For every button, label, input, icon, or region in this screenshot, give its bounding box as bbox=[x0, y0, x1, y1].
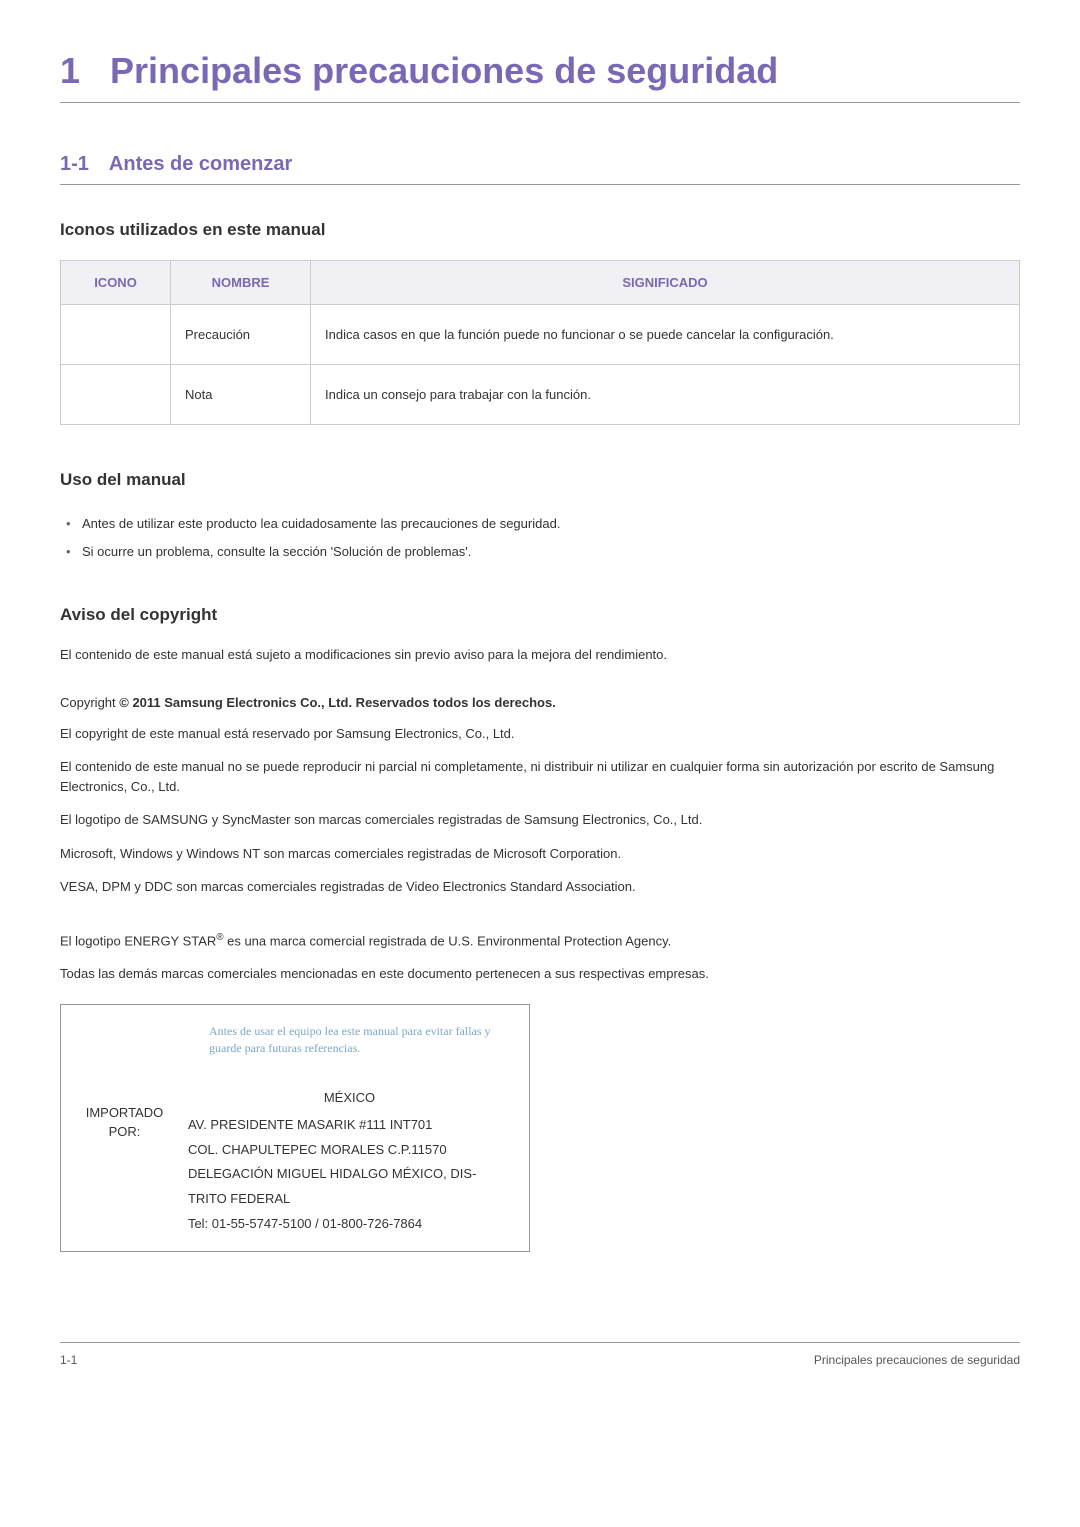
copyright-prefix: Copyright bbox=[60, 695, 119, 710]
chapter-title: 1 Principales precauciones de seguridad bbox=[60, 50, 1020, 103]
list-item: Si ocurre un problema, consulte la secci… bbox=[60, 538, 1020, 566]
footer-right: Principales precauciones de seguridad bbox=[814, 1353, 1020, 1367]
handwriting-note: Antes de usar el equipo lea este manual … bbox=[209, 1023, 511, 1057]
uso-heading: Uso del manual bbox=[60, 470, 1020, 490]
icons-heading: Iconos utilizados en este manual bbox=[60, 220, 1020, 240]
th-meaning: SIGNIFICADO bbox=[311, 261, 1020, 305]
uso-list: Antes de utilizar este producto lea cuid… bbox=[60, 510, 1020, 565]
th-name: NOMBRE bbox=[171, 261, 311, 305]
import-label: IMPORTADO POR: bbox=[79, 1086, 170, 1140]
import-country: MÉXICO bbox=[188, 1086, 511, 1111]
cell-icon bbox=[61, 365, 171, 425]
copyright-para: El logotipo de SAMSUNG y SyncMaster son … bbox=[60, 810, 1020, 830]
page-footer: 1-1 Principales precauciones de segurida… bbox=[60, 1342, 1020, 1367]
table-row: Nota Indica un consejo para trabajar con… bbox=[61, 365, 1020, 425]
copyright-para: El contenido de este manual no se puede … bbox=[60, 757, 1020, 796]
cell-name: Nota bbox=[171, 365, 311, 425]
section-title: 1-1 Antes de comenzar bbox=[60, 153, 1020, 185]
copyright-para: El copyright de este manual está reserva… bbox=[60, 724, 1020, 744]
import-line: DELEGACIÓN MIGUEL HIDALGO MÉXICO, DIS-TR… bbox=[188, 1162, 511, 1211]
import-address: MÉXICO AV. PRESIDENTE MASARIK #111 INT70… bbox=[188, 1086, 511, 1236]
chapter-number: 1 bbox=[60, 50, 80, 91]
icons-table: ICONO NOMBRE SIGNIFICADO Precaución Indi… bbox=[60, 260, 1020, 425]
footer-left: 1-1 bbox=[60, 1353, 77, 1367]
copyright-intro: El contenido de este manual está sujeto … bbox=[60, 645, 1020, 665]
closing-trademark: Todas las demás marcas comerciales menci… bbox=[60, 964, 1020, 984]
import-line: Tel: 01-55-5747-5100 / 01-800-726-7864 bbox=[188, 1212, 511, 1237]
table-row: Precaución Indica casos en que la funció… bbox=[61, 305, 1020, 365]
copyright-line: Copyright © 2011 Samsung Electronics Co.… bbox=[60, 695, 1020, 710]
copyright-bold: © 2011 Samsung Electronics Co., Ltd. Res… bbox=[119, 695, 556, 710]
list-item: Antes de utilizar este producto lea cuid… bbox=[60, 510, 1020, 538]
section-text: Antes de comenzar bbox=[109, 153, 292, 175]
cell-meaning: Indica casos en que la función puede no … bbox=[311, 305, 1020, 365]
energy-star-pre: El logotipo ENERGY STAR bbox=[60, 933, 216, 948]
import-line: COL. CHAPULTEPEC MORALES C.P.11570 bbox=[188, 1138, 511, 1163]
import-box: Antes de usar el equipo lea este manual … bbox=[60, 1004, 530, 1252]
import-line: AV. PRESIDENTE MASARIK #111 INT701 bbox=[188, 1113, 511, 1138]
cell-meaning: Indica un consejo para trabajar con la f… bbox=[311, 365, 1020, 425]
chapter-text: Principales precauciones de seguridad bbox=[110, 50, 778, 91]
registered-mark: ® bbox=[216, 932, 223, 943]
cell-name: Precaución bbox=[171, 305, 311, 365]
energy-star-line: El logotipo ENERGY STAR® es una marca co… bbox=[60, 931, 1020, 951]
th-icon: ICONO bbox=[61, 261, 171, 305]
copyright-heading: Aviso del copyright bbox=[60, 605, 1020, 625]
section-number: 1-1 bbox=[60, 153, 89, 175]
energy-star-post: es una marca comercial registrada de U.S… bbox=[224, 933, 672, 948]
copyright-para: VESA, DPM y DDC son marcas comerciales r… bbox=[60, 877, 1020, 897]
cell-icon bbox=[61, 305, 171, 365]
copyright-para: Microsoft, Windows y Windows NT son marc… bbox=[60, 844, 1020, 864]
